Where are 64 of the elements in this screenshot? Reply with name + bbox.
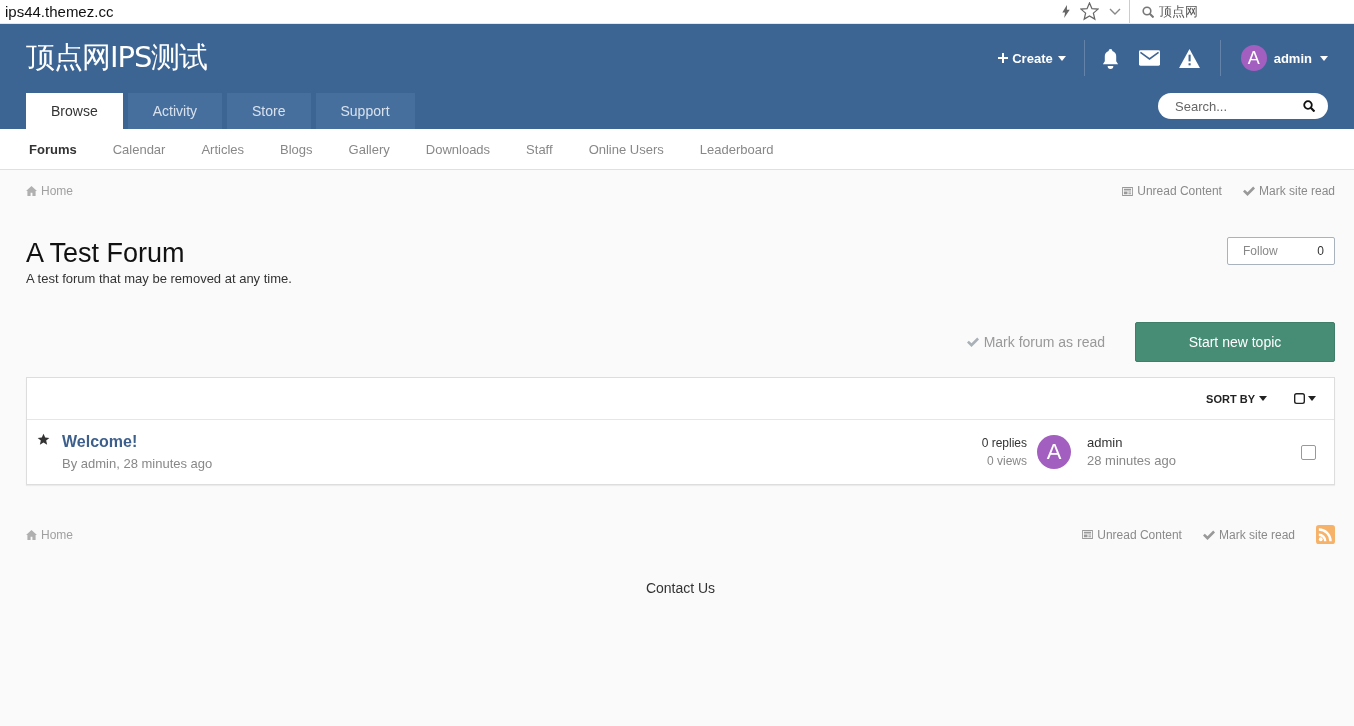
row-checkbox[interactable] <box>1301 444 1316 460</box>
search-field[interactable]: Search... <box>1158 93 1328 119</box>
sort-menu[interactable]: SORT BY <box>1206 392 1267 405</box>
mark-site-read-link[interactable]: Mark site read <box>1242 184 1335 198</box>
reply-count: 0 replies <box>981 435 1027 452</box>
nav-tab[interactable]: Activity <box>127 93 223 129</box>
home-icon <box>26 186 37 196</box>
caret-icon <box>1308 396 1316 401</box>
plus-icon <box>998 53 1009 63</box>
forum-title: A Test Forum <box>26 238 186 268</box>
checkbox-icon <box>1294 393 1305 404</box>
caret-icon <box>1057 55 1066 61</box>
site-title[interactable]: 顶点网IPS测试 <box>26 38 208 78</box>
dropdown-icon <box>1109 7 1121 16</box>
home-icon <box>26 529 37 540</box>
lightning-icon <box>1062 5 1070 18</box>
envelope-icon <box>1138 50 1160 66</box>
address-field[interactable]: ips44.themez.cc <box>0 3 1062 20</box>
last-post-time: 28 minutes ago <box>1087 452 1177 470</box>
check-icon <box>1202 529 1215 540</box>
subnav-link[interactable]: Gallery <box>348 141 390 157</box>
check-icon <box>966 337 979 347</box>
user-avatar: A <box>1037 435 1071 469</box>
caret-icon <box>1320 55 1328 61</box>
subnav-link[interactable]: Forums <box>29 141 77 157</box>
newspaper-icon <box>1122 186 1134 196</box>
caret-icon <box>1259 396 1267 401</box>
mark-site-read-link[interactable]: Mark site read <box>1202 527 1295 542</box>
subnav-link[interactable]: Leaderboard <box>699 141 774 157</box>
forum-description: A test forum that may be removed at any time. <box>26 271 292 286</box>
start-topic-button[interactable]: Start new topic <box>1135 322 1335 362</box>
last-poster-name[interactable]: admin <box>1087 434 1301 452</box>
unread-content-link[interactable]: Unread Content <box>1082 527 1182 542</box>
contact-us-link[interactable]: Contact Us <box>645 580 716 596</box>
follower-count: 0 <box>1317 244 1324 258</box>
nav-tab[interactable]: Browse <box>26 93 123 129</box>
unread-content-link[interactable]: Unread Content <box>1122 184 1222 198</box>
subnav-link[interactable]: Downloads <box>425 141 491 157</box>
follow-button[interactable]: Follow 0 <box>1227 237 1335 265</box>
topic-meta: By admin, 28 minutes ago <box>62 456 214 471</box>
topic-title-link[interactable]: Welcome! <box>62 433 982 451</box>
newspaper-icon <box>1082 530 1094 539</box>
subnav-link[interactable]: Blogs <box>280 141 313 157</box>
user-avatar: A <box>1240 45 1267 71</box>
warning-icon <box>1178 48 1200 68</box>
nav-tab[interactable]: Support <box>315 93 415 129</box>
mark-forum-read-link[interactable]: Mark forum as read <box>966 334 1105 350</box>
check-icon <box>1242 186 1255 196</box>
star-icon <box>1080 2 1099 21</box>
home-link[interactable]: Home <box>26 527 73 542</box>
create-menu[interactable]: Create <box>998 50 1084 66</box>
subnav-link[interactable]: Calendar <box>112 141 166 157</box>
search-icon <box>1303 100 1315 112</box>
rss-icon <box>1316 525 1335 544</box>
bell-icon <box>1100 47 1120 69</box>
subnav-link[interactable]: Online Users <box>588 141 664 157</box>
home-link[interactable]: Home <box>26 184 73 198</box>
user-menu[interactable]: A admin <box>1220 45 1328 71</box>
subnav-link[interactable]: Staff <box>526 141 553 157</box>
view-count: 0 views <box>986 453 1027 470</box>
subnav-link[interactable]: Articles <box>201 141 245 157</box>
select-menu[interactable] <box>1294 393 1316 404</box>
nav-tab[interactable]: Store <box>227 93 311 129</box>
search-icon <box>1142 5 1154 18</box>
